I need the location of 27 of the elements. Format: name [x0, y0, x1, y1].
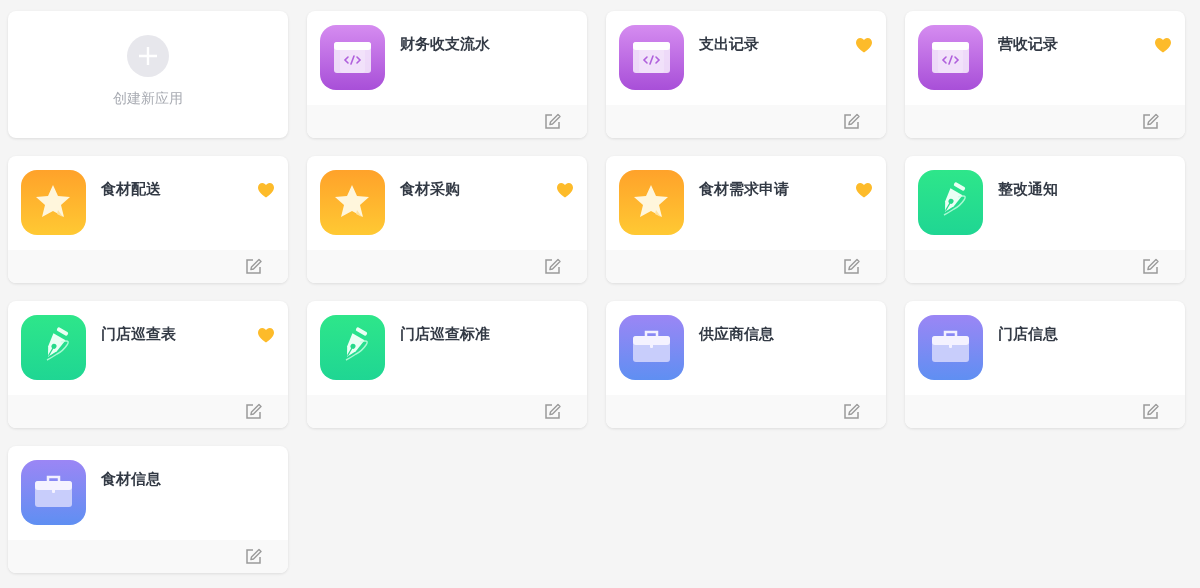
heart-icon[interactable]: [1155, 38, 1171, 53]
briefcase-icon: [619, 315, 684, 380]
edit-icon[interactable]: [1142, 403, 1159, 420]
heart-icon[interactable]: [856, 183, 872, 198]
edit-icon[interactable]: [245, 548, 262, 565]
edit-icon[interactable]: [544, 258, 561, 275]
briefcase-icon: [21, 460, 86, 525]
edit-icon[interactable]: [1142, 258, 1159, 275]
edit-icon[interactable]: [245, 258, 262, 275]
edit-icon[interactable]: [544, 113, 561, 130]
code-window-icon: [918, 25, 983, 90]
edit-icon[interactable]: [544, 403, 561, 420]
heart-icon[interactable]: [557, 183, 573, 198]
pen-nib-icon: [918, 170, 983, 235]
briefcase-icon: [918, 315, 983, 380]
code-window-icon: [320, 25, 385, 90]
edit-icon[interactable]: [843, 113, 860, 130]
heart-icon[interactable]: [258, 328, 274, 343]
pen-nib-icon: [21, 315, 86, 380]
edit-icon[interactable]: [245, 403, 262, 420]
pen-nib-icon: [320, 315, 385, 380]
edit-icon[interactable]: [1142, 113, 1159, 130]
edit-icon[interactable]: [843, 403, 860, 420]
edit-icon[interactable]: [843, 258, 860, 275]
code-window-icon: [619, 25, 684, 90]
heart-icon[interactable]: [856, 38, 872, 53]
heart-icon[interactable]: [258, 183, 274, 198]
